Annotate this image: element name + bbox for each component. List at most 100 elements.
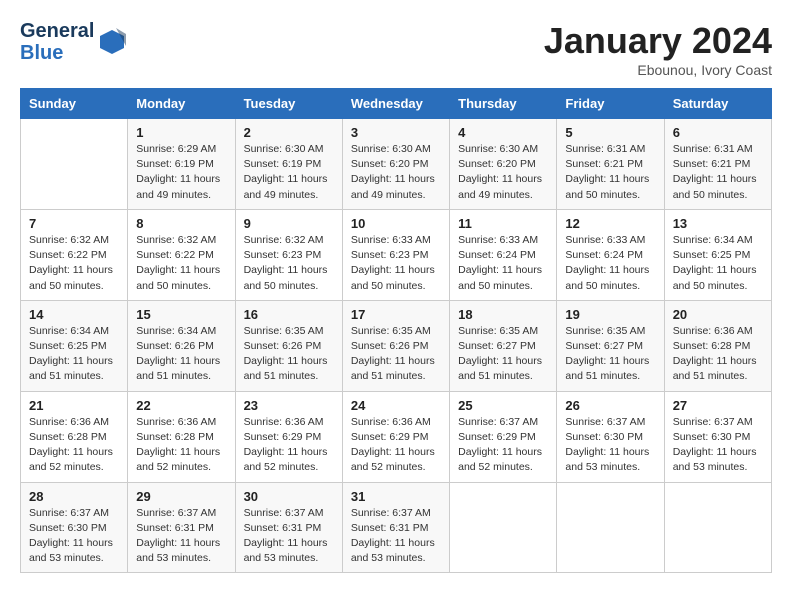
day-info: Sunrise: 6:30 AMSunset: 6:20 PMDaylight:… [351, 143, 435, 201]
calendar-day-cell: 4 Sunrise: 6:30 AMSunset: 6:20 PMDayligh… [450, 119, 557, 210]
day-info: Sunrise: 6:33 AMSunset: 6:24 PMDaylight:… [565, 234, 649, 292]
day-info: Sunrise: 6:37 AMSunset: 6:30 PMDaylight:… [565, 416, 649, 474]
calendar-day-cell [557, 482, 664, 573]
day-info: Sunrise: 6:37 AMSunset: 6:29 PMDaylight:… [458, 416, 542, 474]
day-info: Sunrise: 6:36 AMSunset: 6:29 PMDaylight:… [351, 416, 435, 474]
calendar-table: SundayMondayTuesdayWednesdayThursdayFrid… [20, 88, 772, 573]
calendar-day-cell: 23 Sunrise: 6:36 AMSunset: 6:29 PMDaylig… [235, 391, 342, 482]
day-number: 28 [29, 489, 119, 504]
day-info: Sunrise: 6:34 AMSunset: 6:25 PMDaylight:… [29, 325, 113, 383]
calendar-day-cell: 18 Sunrise: 6:35 AMSunset: 6:27 PMDaylig… [450, 300, 557, 391]
logo-text: General Blue [20, 20, 94, 64]
day-info: Sunrise: 6:31 AMSunset: 6:21 PMDaylight:… [673, 143, 757, 201]
calendar-day-cell: 9 Sunrise: 6:32 AMSunset: 6:23 PMDayligh… [235, 209, 342, 300]
calendar-day-cell: 6 Sunrise: 6:31 AMSunset: 6:21 PMDayligh… [664, 119, 771, 210]
day-number: 3 [351, 125, 441, 140]
day-info: Sunrise: 6:31 AMSunset: 6:21 PMDaylight:… [565, 143, 649, 201]
calendar-day-cell: 12 Sunrise: 6:33 AMSunset: 6:24 PMDaylig… [557, 209, 664, 300]
calendar-day-cell: 28 Sunrise: 6:37 AMSunset: 6:30 PMDaylig… [21, 482, 128, 573]
calendar-day-cell: 25 Sunrise: 6:37 AMSunset: 6:29 PMDaylig… [450, 391, 557, 482]
logo: General Blue [20, 20, 128, 64]
day-number: 5 [565, 125, 655, 140]
calendar-day-cell: 15 Sunrise: 6:34 AMSunset: 6:26 PMDaylig… [128, 300, 235, 391]
day-number: 17 [351, 307, 441, 322]
day-number: 14 [29, 307, 119, 322]
weekday-header-cell: Sunday [21, 89, 128, 119]
weekday-header-cell: Tuesday [235, 89, 342, 119]
day-number: 12 [565, 216, 655, 231]
day-number: 29 [136, 489, 226, 504]
location: Ebounou, Ivory Coast [544, 62, 772, 78]
day-info: Sunrise: 6:35 AMSunset: 6:26 PMDaylight:… [351, 325, 435, 383]
day-info: Sunrise: 6:37 AMSunset: 6:30 PMDaylight:… [673, 416, 757, 474]
calendar-week-row: 14 Sunrise: 6:34 AMSunset: 6:25 PMDaylig… [21, 300, 772, 391]
weekday-header-cell: Wednesday [342, 89, 449, 119]
day-number: 7 [29, 216, 119, 231]
calendar-week-row: 28 Sunrise: 6:37 AMSunset: 6:30 PMDaylig… [21, 482, 772, 573]
weekday-header-cell: Monday [128, 89, 235, 119]
calendar-day-cell: 30 Sunrise: 6:37 AMSunset: 6:31 PMDaylig… [235, 482, 342, 573]
calendar-day-cell: 10 Sunrise: 6:33 AMSunset: 6:23 PMDaylig… [342, 209, 449, 300]
calendar-day-cell: 19 Sunrise: 6:35 AMSunset: 6:27 PMDaylig… [557, 300, 664, 391]
weekday-header-cell: Saturday [664, 89, 771, 119]
calendar-day-cell: 7 Sunrise: 6:32 AMSunset: 6:22 PMDayligh… [21, 209, 128, 300]
calendar-day-cell: 11 Sunrise: 6:33 AMSunset: 6:24 PMDaylig… [450, 209, 557, 300]
day-number: 16 [244, 307, 334, 322]
day-number: 19 [565, 307, 655, 322]
calendar-day-cell: 2 Sunrise: 6:30 AMSunset: 6:19 PMDayligh… [235, 119, 342, 210]
weekday-header-cell: Friday [557, 89, 664, 119]
day-number: 27 [673, 398, 763, 413]
day-info: Sunrise: 6:35 AMSunset: 6:27 PMDaylight:… [458, 325, 542, 383]
day-number: 18 [458, 307, 548, 322]
day-info: Sunrise: 6:37 AMSunset: 6:31 PMDaylight:… [244, 507, 328, 565]
calendar-day-cell: 22 Sunrise: 6:36 AMSunset: 6:28 PMDaylig… [128, 391, 235, 482]
day-number: 13 [673, 216, 763, 231]
day-info: Sunrise: 6:33 AMSunset: 6:23 PMDaylight:… [351, 234, 435, 292]
day-number: 15 [136, 307, 226, 322]
day-info: Sunrise: 6:34 AMSunset: 6:25 PMDaylight:… [673, 234, 757, 292]
calendar-day-cell: 31 Sunrise: 6:37 AMSunset: 6:31 PMDaylig… [342, 482, 449, 573]
title-block: January 2024 Ebounou, Ivory Coast [544, 20, 772, 78]
calendar-week-row: 7 Sunrise: 6:32 AMSunset: 6:22 PMDayligh… [21, 209, 772, 300]
day-number: 9 [244, 216, 334, 231]
day-number: 26 [565, 398, 655, 413]
calendar-day-cell: 5 Sunrise: 6:31 AMSunset: 6:21 PMDayligh… [557, 119, 664, 210]
day-number: 21 [29, 398, 119, 413]
page-header: General Blue January 2024 Ebounou, Ivory… [20, 20, 772, 78]
day-info: Sunrise: 6:36 AMSunset: 6:28 PMDaylight:… [136, 416, 220, 474]
day-info: Sunrise: 6:30 AMSunset: 6:20 PMDaylight:… [458, 143, 542, 201]
day-info: Sunrise: 6:36 AMSunset: 6:28 PMDaylight:… [673, 325, 757, 383]
day-number: 22 [136, 398, 226, 413]
day-info: Sunrise: 6:35 AMSunset: 6:27 PMDaylight:… [565, 325, 649, 383]
day-info: Sunrise: 6:32 AMSunset: 6:22 PMDaylight:… [136, 234, 220, 292]
calendar-day-cell: 27 Sunrise: 6:37 AMSunset: 6:30 PMDaylig… [664, 391, 771, 482]
day-info: Sunrise: 6:32 AMSunset: 6:22 PMDaylight:… [29, 234, 113, 292]
day-number: 2 [244, 125, 334, 140]
calendar-day-cell: 26 Sunrise: 6:37 AMSunset: 6:30 PMDaylig… [557, 391, 664, 482]
day-info: Sunrise: 6:37 AMSunset: 6:31 PMDaylight:… [351, 507, 435, 565]
calendar-week-row: 1 Sunrise: 6:29 AMSunset: 6:19 PMDayligh… [21, 119, 772, 210]
day-info: Sunrise: 6:36 AMSunset: 6:28 PMDaylight:… [29, 416, 113, 474]
calendar-day-cell [450, 482, 557, 573]
day-info: Sunrise: 6:36 AMSunset: 6:29 PMDaylight:… [244, 416, 328, 474]
calendar-day-cell: 29 Sunrise: 6:37 AMSunset: 6:31 PMDaylig… [128, 482, 235, 573]
day-number: 20 [673, 307, 763, 322]
month-title: January 2024 [544, 20, 772, 62]
calendar-day-cell [664, 482, 771, 573]
calendar-day-cell: 21 Sunrise: 6:36 AMSunset: 6:28 PMDaylig… [21, 391, 128, 482]
day-number: 11 [458, 216, 548, 231]
calendar-week-row: 21 Sunrise: 6:36 AMSunset: 6:28 PMDaylig… [21, 391, 772, 482]
day-number: 6 [673, 125, 763, 140]
day-info: Sunrise: 6:34 AMSunset: 6:26 PMDaylight:… [136, 325, 220, 383]
day-info: Sunrise: 6:32 AMSunset: 6:23 PMDaylight:… [244, 234, 328, 292]
calendar-day-cell: 13 Sunrise: 6:34 AMSunset: 6:25 PMDaylig… [664, 209, 771, 300]
day-number: 4 [458, 125, 548, 140]
day-number: 30 [244, 489, 334, 504]
day-info: Sunrise: 6:29 AMSunset: 6:19 PMDaylight:… [136, 143, 220, 201]
calendar-day-cell: 16 Sunrise: 6:35 AMSunset: 6:26 PMDaylig… [235, 300, 342, 391]
calendar-day-cell: 14 Sunrise: 6:34 AMSunset: 6:25 PMDaylig… [21, 300, 128, 391]
day-number: 24 [351, 398, 441, 413]
day-number: 23 [244, 398, 334, 413]
day-info: Sunrise: 6:33 AMSunset: 6:24 PMDaylight:… [458, 234, 542, 292]
calendar-day-cell [21, 119, 128, 210]
